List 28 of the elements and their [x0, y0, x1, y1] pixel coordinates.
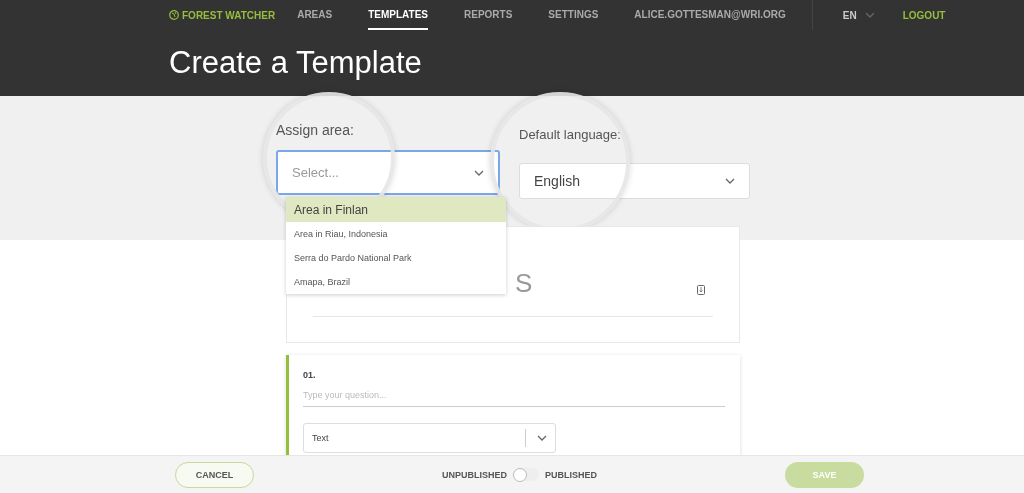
- publish-toggle[interactable]: [513, 468, 539, 481]
- toggle-label: PUBLISHED: [545, 469, 597, 480]
- nav-link[interactable]: REPORTS: [464, 0, 513, 30]
- language-selector[interactable]: EN: [842, 9, 857, 21]
- toggle-label: UNPUBLISHED: [442, 469, 507, 480]
- language-select[interactable]: English: [519, 163, 750, 199]
- nav-link[interactable]: ALICE.GOTTESMAN@WRI.ORG: [634, 0, 786, 30]
- nav-link[interactable]: AREAS: [297, 0, 333, 30]
- dropdown-option[interactable]: Amapa, Brazil: [286, 270, 506, 294]
- dropdown-option[interactable]: Area in Riau, Indonesia: [286, 222, 506, 246]
- field-label: Default language:: [519, 127, 622, 144]
- download-icon[interactable]: [697, 285, 705, 295]
- title-text: S: [515, 269, 533, 297]
- brand-logo[interactable]: FOREST WATCHER: [169, 9, 276, 21]
- question-type-select[interactable]: Text: [303, 423, 556, 453]
- field-label: Assign area:: [276, 122, 355, 140]
- nav-link[interactable]: SETTINGS: [548, 0, 599, 30]
- question-number: 01.: [303, 370, 317, 380]
- chevron-down-icon: [537, 435, 547, 441]
- chevron-down-icon: [474, 169, 484, 176]
- chevron-down-icon: [725, 178, 735, 184]
- dropdown-option[interactable]: Serra do Pardo National Park: [286, 246, 506, 270]
- logout-link[interactable]: LOGOUT: [902, 9, 946, 21]
- page-title: Create a Template: [169, 45, 422, 81]
- globe-icon: [169, 10, 179, 20]
- dropdown-option[interactable]: Area in Finlan: [286, 197, 506, 222]
- chevron-down-icon: [864, 12, 875, 18]
- cancel-button[interactable]: CANCEL: [175, 461, 254, 488]
